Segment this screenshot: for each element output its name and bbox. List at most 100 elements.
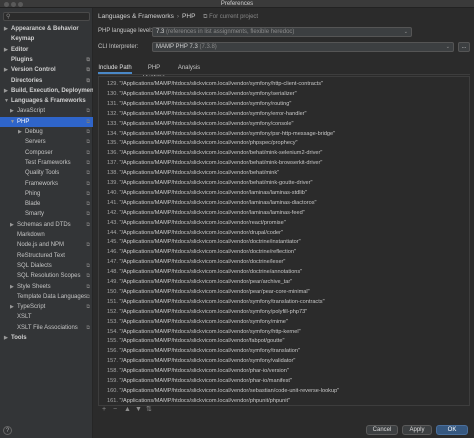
settings-search-input[interactable]: ⚲ [3,12,90,21]
sidebar-item-node-js-and-npm[interactable]: Node.js and NPM ⧉ [0,240,93,250]
list-item[interactable]: 153. "/Applications/MAMP/htdocs/slickvic… [107,317,288,327]
sidebar-item-quality-tools[interactable]: Quality Tools ⧉ [0,168,93,178]
sidebar-item-languages-frameworks[interactable]: ▼ Languages & Frameworks [0,96,93,106]
chevron-right-icon[interactable]: ▶ [4,65,8,75]
list-item[interactable]: 140. "/Applications/MAMP/htdocs/slickvic… [107,188,307,198]
sidebar-item-typescript[interactable]: ▶ TypeScript ⧉ [0,302,93,312]
include-path-list[interactable]: 129. "/Applications/MAMP/htdocs/slickvic… [98,76,470,406]
chevron-right-icon[interactable]: ▶ [10,282,14,292]
list-item[interactable]: 146. "/Applications/MAMP/htdocs/slickvic… [107,247,296,257]
apply-button[interactable]: Apply [402,425,432,435]
chevron-right-icon[interactable]: ▶ [18,127,22,137]
tab-include-path[interactable]: Include Path [98,63,132,74]
list-item[interactable]: 154. "/Applications/MAMP/htdocs/slickvic… [107,327,301,337]
sidebar-item-composer[interactable]: Composer ⧉ [0,148,93,158]
list-item[interactable]: 159. "/Applications/MAMP/htdocs/slickvic… [107,376,292,386]
list-item[interactable]: 136. "/Applications/MAMP/htdocs/slickvic… [107,148,322,158]
sidebar-item-xslt-file-associations[interactable]: XSLT File Associations ⧉ [0,323,93,333]
list-item[interactable]: 147. "/Applications/MAMP/htdocs/slickvic… [107,257,285,267]
list-item-number: 161. [107,397,118,404]
sidebar-item-appearance-behavior[interactable]: ▶ Appearance & Behavior [0,24,93,34]
sidebar-item-sql-dialects[interactable]: SQL Dialects ⧉ [0,261,93,271]
list-item[interactable]: 139. "/Applications/MAMP/htdocs/slickvic… [107,178,312,188]
chevron-right-icon[interactable]: ▶ [4,45,8,55]
move-down-icon[interactable]: ▼ [135,405,142,414]
list-item[interactable]: 160. "/Applications/MAMP/htdocs/slickvic… [107,386,339,396]
list-item[interactable]: 131. "/Applications/MAMP/htdocs/slickvic… [107,99,291,109]
cancel-button[interactable]: Cancel [366,425,398,435]
list-item[interactable]: 158. "/Applications/MAMP/htdocs/slickvic… [107,366,289,376]
chevron-down-icon[interactable]: ▼ [4,96,9,106]
sidebar-item-keymap[interactable]: Keymap [0,34,93,44]
tab-analysis[interactable]: Analysis [176,63,202,74]
list-item[interactable]: 137. "/Applications/MAMP/htdocs/slickvic… [107,158,322,168]
add-path-icon[interactable]: + [102,405,106,414]
sidebar-item-javascript[interactable]: ▶ JavaScript ⧉ [0,106,93,116]
sidebar-item-tools[interactable]: ▶ Tools [0,333,93,343]
sidebar-item-phing[interactable]: Phing ⧉ [0,189,93,199]
ok-button[interactable]: OK [436,425,468,435]
list-item[interactable]: 138. "/Applications/MAMP/htdocs/slickvic… [107,168,279,178]
breadcrumb-parent[interactable]: Languages & Frameworks [98,13,174,20]
sidebar-item-restructured-text[interactable]: ReStructured Text [0,251,93,261]
tab-php-runtime[interactable]: PHP Runtime [136,63,172,81]
sidebar-item-sql-resolution-scopes[interactable]: SQL Resolution Scopes ⧉ [0,271,93,281]
list-item[interactable]: 145. "/Applications/MAMP/htdocs/slickvic… [107,237,301,247]
sort-icon[interactable]: ⇅ [146,405,152,414]
sidebar-item-editor[interactable]: ▶ Editor [0,45,93,55]
list-item[interactable]: 149. "/Applications/MAMP/htdocs/slickvic… [107,277,292,287]
sidebar-item-schemas-and-dtds[interactable]: ▶ Schemas and DTDs ⧉ [0,220,93,230]
list-item[interactable]: 129. "/Applications/MAMP/htdocs/slickvic… [107,79,323,89]
chevron-right-icon[interactable]: ▶ [10,106,14,116]
sidebar-item-version-control[interactable]: ▶ Version Control ⧉ [0,65,93,75]
sidebar-item-label: Smarty [25,211,45,218]
language-level-select[interactable]: 7.3 (references in list assignments, fle… [152,27,412,37]
sidebar-item-servers[interactable]: Servers ⧉ [0,137,93,147]
sidebar-item-build-execution-deployment[interactable]: ▶ Build, Execution, Deployment [0,86,93,96]
sidebar-item-label: Build, Execution, Deployment [11,87,93,94]
chevron-right-icon[interactable]: ▶ [10,302,14,312]
list-item[interactable]: 155. "/Applications/MAMP/htdocs/slickvic… [107,336,284,346]
sidebar-item-xslt[interactable]: XSLT [0,312,93,322]
list-item[interactable]: 148. "/Applications/MAMP/htdocs/slickvic… [107,267,302,277]
list-item[interactable]: 152. "/Applications/MAMP/htdocs/slickvic… [107,307,307,317]
list-item[interactable]: 134. "/Applications/MAMP/htdocs/slickvic… [107,129,335,139]
sidebar-item-frameworks[interactable]: Frameworks ⧉ [0,179,93,189]
cli-interpreter-select[interactable]: MAMP PHP 7.3 (7.3.8) ⌄ [152,42,454,52]
list-item[interactable]: 142. "/Applications/MAMP/htdocs/slickvic… [107,208,305,218]
sidebar-item-markdown[interactable]: Markdown [0,230,93,240]
sidebar-item-php[interactable]: ▼ PHP ⧉ [0,116,93,127]
list-item-number: 144. [107,229,118,236]
sidebar-item-debug[interactable]: ▶ Debug ⧉ [0,127,93,137]
chevron-right-icon[interactable]: ▶ [10,220,14,230]
list-item[interactable]: 135. "/Applications/MAMP/htdocs/slickvic… [107,138,298,148]
list-item[interactable]: 143. "/Applications/MAMP/htdocs/slickvic… [107,218,286,228]
list-item[interactable]: 130. "/Applications/MAMP/htdocs/slickvic… [107,89,297,99]
list-item-path: "/Applications/MAMP/htdocs/slickvicom.lo… [119,397,291,404]
sidebar-item-style-sheets[interactable]: ▶ Style Sheets ⧉ [0,282,93,292]
move-up-icon[interactable]: ▲ [124,405,131,414]
chevron-down-icon[interactable]: ▼ [10,117,15,127]
sidebar-item-plugins[interactable]: Plugins ⧉ [0,55,93,65]
list-item[interactable]: 157. "/Applications/MAMP/htdocs/slickvic… [107,356,295,366]
chevron-right-icon[interactable]: ▶ [4,24,8,34]
sidebar-item-label: JavaScript [17,108,46,115]
list-item[interactable]: 150. "/Applications/MAMP/htdocs/slickvic… [107,287,310,297]
sidebar-item-blade[interactable]: Blade ⧉ [0,199,93,209]
chevron-right-icon[interactable]: ▶ [4,86,8,96]
list-item-path: "/Applications/MAMP/htdocs/slickvicom.lo… [119,348,301,355]
list-item[interactable]: 133. "/Applications/MAMP/htdocs/slickvic… [107,119,293,129]
list-item[interactable]: 156. "/Applications/MAMP/htdocs/slickvic… [107,346,300,356]
help-button[interactable]: ? [3,426,12,435]
sidebar-item-test-frameworks[interactable]: Test Frameworks ⧉ [0,158,93,168]
remove-path-icon[interactable]: − [113,405,117,414]
sidebar-item-smarty[interactable]: Smarty ⧉ [0,209,93,219]
sidebar-item-template-data-languages[interactable]: Template Data Languages ⧉ [0,292,93,302]
sidebar-item-directories[interactable]: Directories ⧉ [0,76,93,86]
chevron-right-icon[interactable]: ▶ [4,333,8,343]
list-item[interactable]: 141. "/Applications/MAMP/htdocs/slickvic… [107,198,316,208]
list-item[interactable]: 151. "/Applications/MAMP/htdocs/slickvic… [107,297,325,307]
list-item[interactable]: 144. "/Applications/MAMP/htdocs/slickvic… [107,228,283,238]
cli-interpreter-browse-button[interactable]: ... [458,42,470,52]
list-item[interactable]: 132. "/Applications/MAMP/htdocs/slickvic… [107,109,307,119]
